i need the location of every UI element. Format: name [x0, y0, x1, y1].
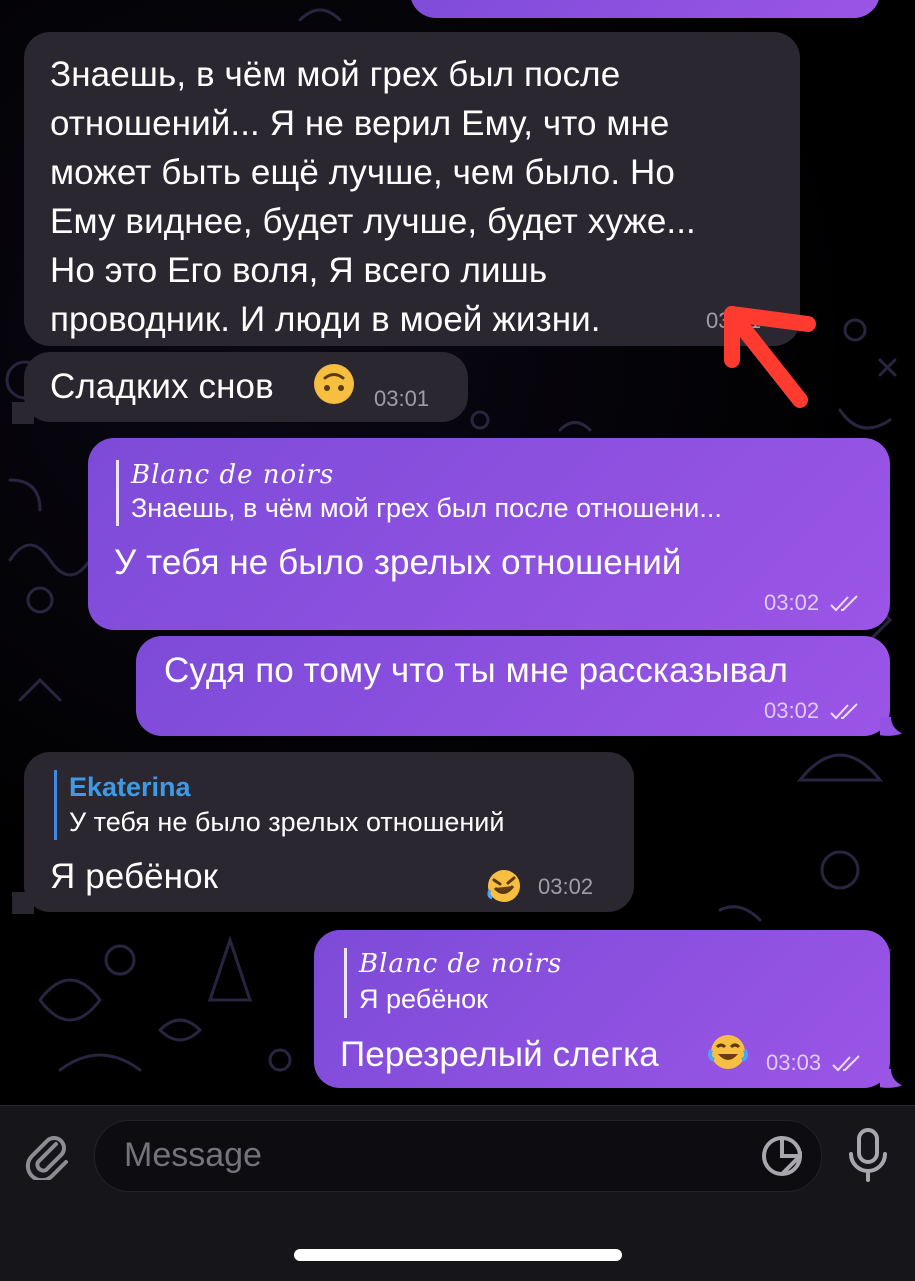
reply-sender-name: Ekaterina — [69, 772, 191, 802]
bubble-tail — [12, 402, 34, 424]
reply-snippet: У тебя не было зрелых отношений — [69, 807, 505, 837]
outgoing-message[interactable]: Blanc de noirs Знаешь, в чём мой грех бы… — [88, 438, 890, 630]
message-time: 03:02 — [538, 874, 594, 899]
incoming-message[interactable]: Сладких снов 03:01 — [24, 352, 468, 422]
sticker-icon[interactable] — [760, 1134, 804, 1178]
reply-preview[interactable]: Blanc de noirs Я ребёнок — [344, 948, 879, 1018]
attach-icon[interactable] — [22, 1130, 72, 1180]
message-line: проводник. И люди в моей жизни. — [50, 300, 601, 339]
annotation-arrow — [724, 306, 816, 408]
message-time: 03:03 — [766, 1050, 822, 1075]
message-line: Но это Его воля, Я всего лишь — [50, 251, 548, 290]
message-text: Сладких снов — [50, 367, 274, 406]
chat-area[interactable]: Знаешь, в чём мой грех был после отношен… — [0, 0, 915, 1105]
message-input-placeholder: Message — [124, 1136, 262, 1174]
message-line: может быть ещё лучше, чем было. Но — [50, 153, 675, 192]
message-line: Знаешь, в чём мой грех был после — [50, 55, 621, 94]
message-text: Судя по тому что ты мне рассказывал — [164, 651, 789, 690]
outgoing-message[interactable]: Blanc de noirs Я ребёнок Перезрелый слег… — [314, 930, 890, 1088]
bubble-tail — [880, 1068, 902, 1088]
upside-down-face-emoji — [314, 364, 354, 404]
message-time: 03:02 — [764, 590, 820, 615]
message-time: 03:02 — [764, 698, 820, 723]
bubble-tail — [880, 716, 902, 736]
message-line: отношений... Я не верил Ему, что мне — [50, 104, 670, 143]
reply-snippet: Я ребёнок — [359, 984, 488, 1014]
message-time: 03:01 — [374, 386, 430, 411]
message-time-wrap: 03:03 — [766, 1050, 863, 1076]
reply-sender-name: Blanc de noirs — [131, 460, 335, 490]
incoming-message[interactable]: Знаешь, в чём мой грех был после отношен… — [24, 32, 800, 346]
outgoing-message-partial[interactable] — [410, 0, 880, 18]
reply-snippet: Знаешь, в чём мой грех был после отношен… — [131, 493, 722, 523]
message-time-wrap: 03:02 — [764, 698, 861, 724]
double-check-icon — [832, 1055, 860, 1072]
incoming-message[interactable]: Ekaterina У тебя не было зрелых отношени… — [24, 752, 634, 912]
microphone-icon[interactable] — [845, 1126, 891, 1182]
bubble-tail — [12, 892, 34, 914]
message-text: У тебя не было зрелых отношений — [114, 543, 682, 582]
message-line: Ему виднее, будет лучше, будет хуже... — [50, 202, 696, 241]
face-with-tears-of-joy-emoji — [708, 1032, 748, 1072]
message-time-wrap: 03:02 — [764, 590, 861, 616]
reply-preview[interactable]: Ekaterina У тебя не было зрелых отношени… — [54, 770, 629, 840]
reaction-emoji-rofl[interactable] — [486, 868, 522, 904]
message-text: Перезрелый слегка — [340, 1035, 659, 1074]
outgoing-message[interactable]: Судя по тому что ты мне рассказывал 03:0… — [136, 636, 890, 736]
reply-preview[interactable]: Blanc de noirs Знаешь, в чём мой грех бы… — [116, 460, 871, 526]
home-indicator[interactable] — [294, 1249, 622, 1261]
double-check-icon — [830, 595, 858, 612]
double-check-icon — [830, 703, 858, 720]
reply-sender-name: Blanc de noirs — [359, 949, 563, 979]
message-text: Я ребёнок — [50, 857, 219, 896]
